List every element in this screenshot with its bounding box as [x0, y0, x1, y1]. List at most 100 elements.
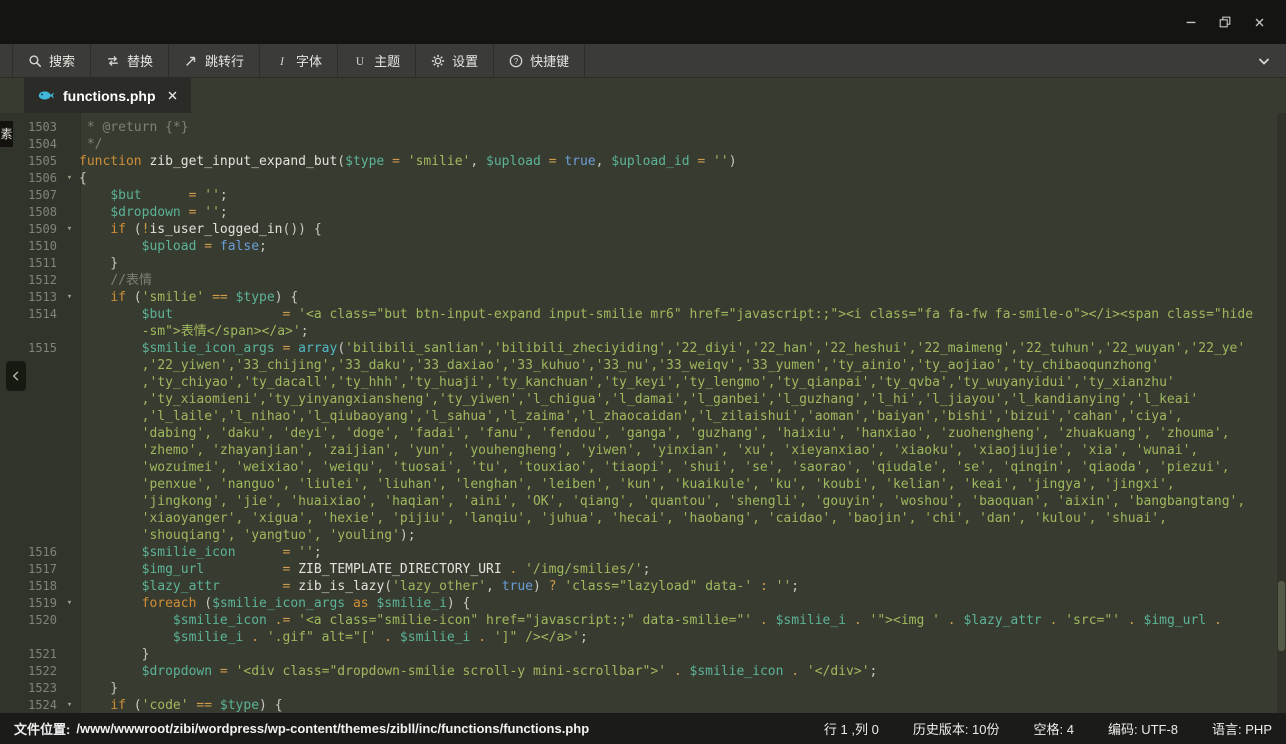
code-token [79, 477, 142, 492]
code-token: 'jingkong', 'jie', 'huaixiao', 'haqian',… [142, 494, 1246, 509]
code-line-text[interactable]: } [79, 680, 1286, 697]
line-number[interactable]: 1507 [0, 187, 60, 204]
code-line-text[interactable]: $upload = false; [79, 238, 1286, 255]
line-number[interactable] [0, 459, 60, 476]
code-line-text[interactable]: function zib_get_input_expand_but($type … [79, 153, 1286, 170]
line-number[interactable]: 1508 [0, 204, 60, 221]
code-line-text[interactable]: 'jingkong', 'jie', 'huaixiao', 'haqian',… [79, 493, 1286, 510]
code-line-text[interactable]: if ('smilie' == $type) { [79, 289, 1286, 306]
code-line-text[interactable]: 'xiaoyanger', 'xigua', 'hexie', 'pijiu',… [79, 510, 1286, 527]
line-number[interactable] [0, 408, 60, 425]
fold-gutter [60, 442, 79, 459]
fold-gutter [60, 646, 79, 663]
fold-gutter [60, 680, 79, 697]
code-line-text[interactable]: $dropdown = '<div class="dropdown-smilie… [79, 663, 1286, 680]
code-line-text[interactable]: ,'l_laile','l_nihao','l_qiubaoyang','l_s… [79, 408, 1286, 425]
code-line-text[interactable]: 'penxue', 'nanguo', 'liulei', 'liuhan', … [79, 476, 1286, 493]
code-line-text[interactable]: ,'22_yiwen','33_chijing','33_daku','33_d… [79, 357, 1286, 374]
code-line-text[interactable]: $img_url = ZIB_TEMPLATE_DIRECTORY_URI . … [79, 561, 1286, 578]
fold-arrow-icon[interactable]: ▾ [60, 170, 79, 187]
settings-button[interactable]: 设置 [416, 44, 494, 77]
line-number[interactable] [0, 323, 60, 340]
toolbar-expand-button[interactable] [1250, 44, 1278, 77]
collapsed-panel-tab[interactable]: 素 [0, 121, 13, 147]
line-number[interactable] [0, 629, 60, 646]
code-line-text[interactable]: } [79, 255, 1286, 272]
line-number[interactable]: 1524 [0, 697, 60, 713]
line-number[interactable] [0, 510, 60, 527]
line-number[interactable]: 1519 [0, 595, 60, 612]
code-line-text[interactable]: $but = '<a class="but btn-input-expand i… [79, 306, 1286, 323]
line-number[interactable]: 1513 [0, 289, 60, 306]
tab-functions.php[interactable]: functions.php [24, 78, 191, 113]
line-number[interactable]: 1509 [0, 221, 60, 238]
line-number[interactable] [0, 391, 60, 408]
line-number[interactable] [0, 425, 60, 442]
code-line-text[interactable]: if ('code' == $type) { [79, 697, 1286, 713]
line-number[interactable]: 1517 [0, 561, 60, 578]
line-number[interactable]: 1522 [0, 663, 60, 680]
code-line-text[interactable]: -sm">表情</span></a>'; [79, 323, 1286, 340]
code-token [79, 222, 110, 237]
code-line-text[interactable]: 'dabing', 'daku', 'deyi', 'doge', 'fadai… [79, 425, 1286, 442]
line-number[interactable]: 1521 [0, 646, 60, 663]
line-number[interactable]: 1515 [0, 340, 60, 357]
line-number[interactable] [0, 527, 60, 544]
minimize-button[interactable] [1174, 9, 1208, 35]
line-number[interactable]: 1520 [0, 612, 60, 629]
code-editor[interactable]: 素 1503 * @return {*}1504 */1505function … [0, 113, 1286, 713]
status-spaces[interactable]: 空格: 4 [1034, 719, 1074, 738]
replace-button[interactable]: 替换 [91, 44, 169, 77]
code-line-text[interactable]: $smilie_icon = ''; [79, 544, 1286, 561]
code-line-text[interactable]: //表情 [79, 272, 1286, 289]
line-number[interactable]: 1523 [0, 680, 60, 697]
code-line-text[interactable]: $smilie_i . '.gif" alt="[' . $smilie_i .… [79, 629, 1286, 646]
shortcuts-button[interactable]: ?快捷键 [494, 44, 585, 77]
tab-close-button[interactable] [167, 90, 178, 101]
code-line-text[interactable]: 'wozuimei', 'weixiao', 'weiqu', 'tuosai'… [79, 459, 1286, 476]
line-number[interactable] [0, 476, 60, 493]
code-line-text[interactable]: * @return {*} [79, 119, 1286, 136]
code-line-text[interactable]: if (!is_user_logged_in()) { [79, 221, 1286, 238]
code-line-text[interactable]: $lazy_attr = zib_is_lazy('lazy_other', t… [79, 578, 1286, 595]
line-number[interactable]: 1516 [0, 544, 60, 561]
line-number[interactable] [0, 442, 60, 459]
close-button[interactable] [1242, 9, 1276, 35]
code-line-text[interactable]: ,'ty_chiyao','ty_dacall','ty_hhh','ty_hu… [79, 374, 1286, 391]
code-line-text[interactable]: { [79, 170, 1286, 187]
code-line-text[interactable]: foreach ($smilie_icon_args as $smilie_i)… [79, 595, 1286, 612]
line-number[interactable]: 1512 [0, 272, 60, 289]
font-button[interactable]: I字体 [260, 44, 338, 77]
code-token: . [846, 613, 869, 628]
fold-arrow-icon[interactable]: ▾ [60, 221, 79, 238]
line-number[interactable]: 1511 [0, 255, 60, 272]
code-line-text[interactable]: $but = ''; [79, 187, 1286, 204]
scrollbar-thumb[interactable] [1278, 581, 1285, 651]
line-number[interactable]: 1505 [0, 153, 60, 170]
code-line-text[interactable]: 'zhemo', 'zhayanjian', 'zaijian', 'yun',… [79, 442, 1286, 459]
status-encoding[interactable]: 编码: UTF-8 [1108, 719, 1178, 738]
fold-arrow-icon[interactable]: ▾ [60, 595, 79, 612]
status-language[interactable]: 语言: PHP [1212, 719, 1272, 738]
code-line-text[interactable]: 'shouqiang', 'yangtuo', 'youling'); [79, 527, 1286, 544]
line-number[interactable]: 1518 [0, 578, 60, 595]
line-number[interactable]: 1510 [0, 238, 60, 255]
maximize-button[interactable] [1208, 9, 1242, 35]
code-line-text[interactable]: ,'ty_xiaomieni','ty_yinyangxiansheng','t… [79, 391, 1286, 408]
line-number[interactable]: 1506 [0, 170, 60, 187]
code-line-text[interactable]: $smilie_icon .= '<a class="smilie-icon" … [79, 612, 1286, 629]
line-number[interactable] [0, 493, 60, 510]
theme-button[interactable]: U主题 [338, 44, 416, 77]
code-line-text[interactable]: $dropdown = ''; [79, 204, 1286, 221]
search-button[interactable]: 搜索 [12, 44, 91, 77]
panel-collapse-handle[interactable] [6, 361, 26, 391]
goto-line-button[interactable]: 跳转行 [169, 44, 260, 77]
vertical-scrollbar[interactable] [1277, 113, 1286, 713]
fold-arrow-icon[interactable]: ▾ [60, 289, 79, 306]
line-number[interactable]: 1514 [0, 306, 60, 323]
fold-arrow-icon[interactable]: ▾ [60, 697, 79, 713]
code-line-text[interactable]: */ [79, 136, 1286, 153]
code-line-text[interactable]: } [79, 646, 1286, 663]
status-history-versions[interactable]: 历史版本: 10份 [913, 719, 1000, 738]
code-line-text[interactable]: $smilie_icon_args = array('bilibili_sanl… [79, 340, 1286, 357]
